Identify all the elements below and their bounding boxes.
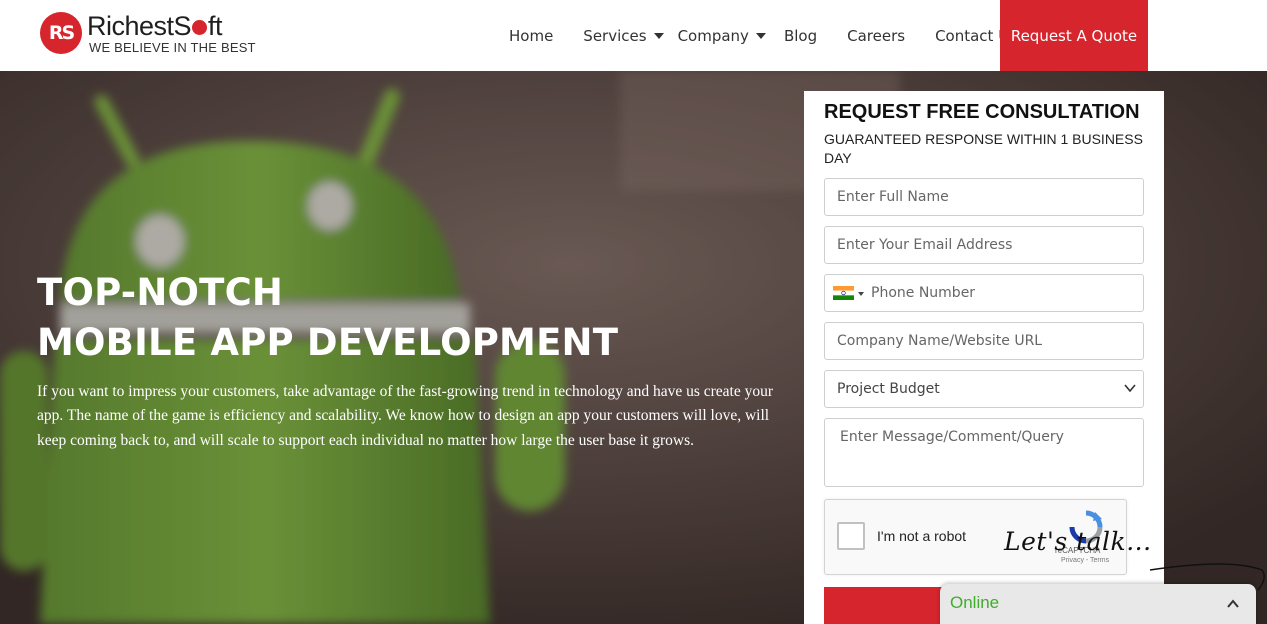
chat-status: Online [950, 593, 1000, 612]
phone-field [824, 274, 1144, 312]
form-title: REQUEST FREE CONSULTATION [824, 101, 1140, 123]
recaptcha-label: I'm not a robot [877, 528, 967, 544]
site-logo[interactable]: RS RichestS ft WE BELIEVE IN THE BEST [40, 11, 256, 56]
nav-item-company[interactable]: Company [673, 0, 777, 71]
email-input[interactable] [824, 226, 1144, 264]
full-name-input[interactable] [824, 178, 1144, 216]
nav-label: Home [509, 26, 554, 45]
site-header: RS RichestS ft WE BELIEVE IN THE BEST Hom… [0, 0, 1267, 71]
logo-wordmark: RichestS ft [87, 11, 223, 42]
recaptcha-checkbox[interactable] [837, 522, 865, 550]
company-url-input[interactable] [824, 322, 1144, 360]
message-textarea[interactable] [824, 418, 1144, 487]
main-nav: Home Services Company Blog Careers Conta… [494, 0, 1032, 71]
india-flag-icon[interactable] [833, 286, 854, 300]
chevron-down-icon [1124, 384, 1136, 393]
project-budget-select[interactable]: Project Budget [824, 370, 1144, 408]
nav-label: Services [583, 26, 647, 45]
logo-mark: RS [40, 12, 82, 54]
nav-label: Careers [847, 26, 906, 45]
budget-selected-value: Project Budget [837, 381, 940, 397]
logo-tagline: WE BELIEVE IN THE BEST [89, 40, 256, 55]
hero-title: TOP-NOTCH MOBILE APP DEVELOPMENT [37, 268, 618, 368]
hero-title-line2: MOBILE APP DEVELOPMENT [37, 321, 619, 364]
logo-dot-icon [192, 20, 208, 35]
hero-description: If you want to impress your customers, t… [37, 383, 774, 449]
phone-input[interactable] [871, 275, 1141, 311]
logo-name-part1: RichestS [87, 11, 192, 41]
nav-label: Blog [783, 26, 818, 45]
request-quote-button[interactable]: Request A Quote [1000, 0, 1148, 71]
form-subtitle: GUARANTEED RESPONSE WITHIN 1 BUSINESS DA… [824, 131, 1143, 166]
chevron-up-icon[interactable] [1226, 598, 1240, 610]
nav-item-home[interactable]: Home [494, 0, 568, 71]
logo-name-part2: ft [208, 11, 223, 41]
live-chat-bar[interactable]: Online [940, 584, 1256, 624]
hero-title-line1: TOP-NOTCH [37, 271, 284, 314]
nav-item-blog[interactable]: Blog [777, 0, 832, 71]
caret-down-icon [755, 32, 766, 39]
nav-label: Company [677, 26, 749, 45]
caret-down-icon [653, 32, 664, 39]
nav-item-services[interactable]: Services [568, 0, 672, 71]
country-caret-icon[interactable] [858, 292, 864, 296]
nav-item-careers[interactable]: Careers [832, 0, 920, 71]
